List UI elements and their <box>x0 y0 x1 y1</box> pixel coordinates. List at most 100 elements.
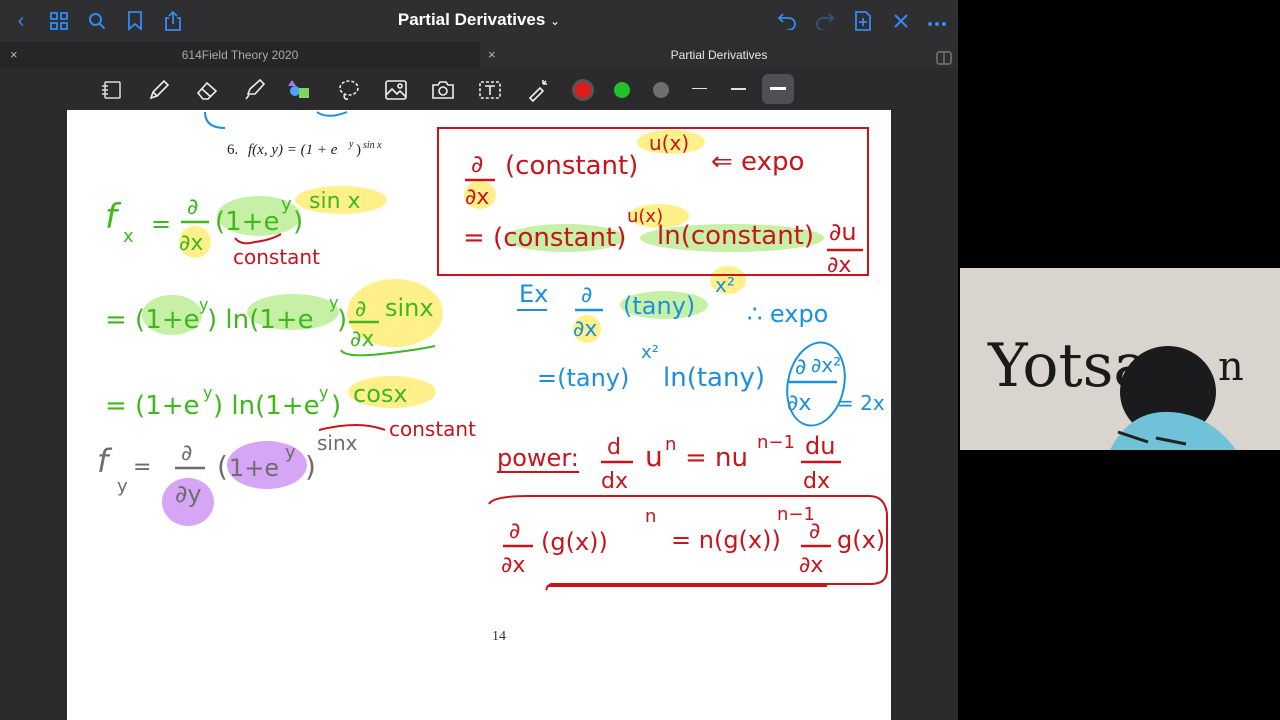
more-icon[interactable] <box>924 8 950 34</box>
problem-number: 6. <box>227 142 238 158</box>
fy-partial: ∂ <box>181 441 192 466</box>
redo-icon[interactable] <box>812 8 838 34</box>
pen-icon[interactable] <box>145 76 173 104</box>
fy-base-sup: y <box>285 442 296 463</box>
chain-n: n <box>645 506 656 527</box>
chain-dx: ∂x <box>501 553 525 578</box>
line2-sinx: sinx <box>385 294 434 322</box>
line3-cosx: cosx <box>353 380 408 408</box>
fx-exponent: sin x <box>309 189 361 214</box>
power-label: power: <box>497 444 579 472</box>
line3-prefix: = (1+e <box>105 391 200 421</box>
tab-field-theory[interactable]: × 614Field Theory 2020 <box>0 42 480 68</box>
box-line2: = (constant) <box>463 223 626 253</box>
notebook-page[interactable]: 6. f(x, y) = (1 + e y ) sin x f x = ∂ ∂x… <box>67 110 891 720</box>
problem-expression: f(x, y) = (1 + e <box>248 142 338 158</box>
color-gray-swatch[interactable] <box>653 82 669 98</box>
page-number: 14 <box>492 629 506 644</box>
fy-lparen: ( <box>217 450 228 483</box>
medium-stroke-option[interactable] <box>731 88 746 90</box>
chain-open: (g(x)) <box>541 528 608 556</box>
ex-result: = 2x <box>837 391 885 415</box>
read-mode-icon[interactable] <box>98 76 126 104</box>
search-icon[interactable] <box>84 8 110 34</box>
chain-rule: ∂ ∂x (g(x)) n = n(g(x)) n−1 ∂ ∂x g(x) <box>501 504 885 578</box>
shapes-icon[interactable] <box>286 76 314 104</box>
ex-label: Ex <box>519 280 548 308</box>
tab-partial-derivatives[interactable]: × Partial Derivatives <box>480 42 958 68</box>
eraser-icon[interactable] <box>193 76 221 104</box>
cutoff-ink-top <box>204 111 348 129</box>
webcam-overlay: Yotsa n <box>960 268 1280 450</box>
ex-tany: (tany) <box>623 292 695 320</box>
power-rule: power: d dx u n = nu n−1 du dx <box>497 432 841 494</box>
thin-stroke-option[interactable] <box>692 88 707 89</box>
fy-rparen: ) <box>305 450 316 483</box>
power-n1: n−1 <box>757 432 795 453</box>
fy-exponent: sinx <box>317 431 358 455</box>
line3-mid: ) ln(1+e <box>213 391 320 421</box>
power-dx: dx <box>601 469 628 494</box>
thick-stroke-option[interactable] <box>762 74 794 104</box>
line2-mid: ) ln(1+e <box>207 305 314 335</box>
camera-icon[interactable] <box>429 76 457 104</box>
close-tab-icon[interactable]: × <box>488 42 496 68</box>
fy-dy: ∂y <box>175 480 202 508</box>
problem-close-paren: ) <box>356 142 361 158</box>
color-green-swatch[interactable] <box>614 82 630 98</box>
chain-partial: ∂ <box>509 519 520 544</box>
line2-prefix: = (1+e <box>105 305 200 335</box>
fx-partial: ∂ <box>187 195 198 220</box>
ex-line2-ln: ln(tany) <box>663 363 765 393</box>
line2-end: ) <box>337 305 347 335</box>
goodnotes-app: ‹ Partial Derivatives ⌄ × 614Field Theor… <box>0 0 958 720</box>
top-bar: ‹ Partial Derivatives ⌄ <box>0 0 958 42</box>
fx-symbol: f <box>105 197 122 237</box>
fy-symbol: f <box>97 442 113 480</box>
undo-icon[interactable] <box>774 8 800 34</box>
fy-subscript: y <box>117 476 128 497</box>
ex-dx2: ∂x² <box>811 353 841 377</box>
power-n: n <box>665 434 676 455</box>
fx-dx: ∂x <box>179 231 203 256</box>
close-edit-icon[interactable] <box>888 8 914 34</box>
webcam-feed: Yotsa n <box>960 268 1280 450</box>
image-icon[interactable] <box>382 76 410 104</box>
box-ln: ln(constant) <box>657 221 814 251</box>
box-arrow-expo: ⇐ expo <box>711 147 804 177</box>
fy-derivation: f y = ∂ ∂y ( 1+e y ) sinx <box>97 431 358 508</box>
bookmark-icon[interactable] <box>122 8 148 34</box>
page-canvas: 6. f(x, y) = (1 + e y ) sin x f x = ∂ ∂x… <box>97 111 888 644</box>
box-partial: ∂ <box>471 150 483 178</box>
problem-exponent: sin x <box>363 140 382 151</box>
add-page-icon[interactable] <box>850 8 876 34</box>
color-red-swatch[interactable] <box>575 82 591 98</box>
power-u: u <box>645 440 663 473</box>
chain-dx2: ∂x <box>799 553 823 578</box>
power-d: d <box>607 435 621 460</box>
fx-base: (1+e <box>215 207 279 237</box>
box-dx: ∂x <box>465 185 489 210</box>
title-text[interactable]: Partial Derivatives <box>398 10 545 29</box>
close-tab-icon[interactable]: × <box>10 42 18 68</box>
back-chevron-icon[interactable]: ‹ <box>8 8 34 34</box>
ex-line2-sup: x² <box>641 342 659 363</box>
fx-equals: = <box>151 210 171 238</box>
ex-partial: ∂ <box>581 283 592 308</box>
fx-subscript: x <box>123 226 134 247</box>
box-dx2: ∂x <box>827 253 851 278</box>
grid-icon[interactable] <box>46 8 72 34</box>
text-box-icon[interactable] <box>476 76 504 104</box>
chain-eq: = n(g(x)) <box>671 526 781 554</box>
share-icon[interactable] <box>160 8 186 34</box>
chevron-down-icon[interactable]: ⌄ <box>550 14 560 28</box>
highlighter-icon[interactable] <box>240 76 268 104</box>
fy-constant-brace <box>318 424 386 431</box>
line3-sup1: y <box>203 383 212 402</box>
power-eq: = nu <box>685 443 748 473</box>
laser-pointer-icon[interactable] <box>524 76 552 104</box>
fy-equals: = <box>133 455 151 480</box>
lasso-icon[interactable] <box>335 76 363 104</box>
ex-line2: =(tany) <box>537 364 629 392</box>
fx-rparen: ) <box>293 207 303 237</box>
